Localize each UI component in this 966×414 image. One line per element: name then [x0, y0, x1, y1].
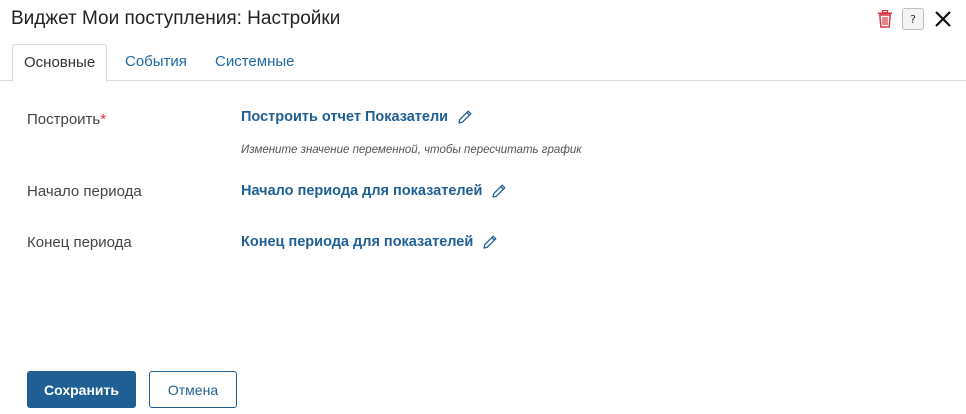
tab-main[interactable]: Основные: [12, 44, 108, 82]
trash-icon[interactable]: [876, 8, 894, 30]
dialog-footer: Сохранить Отмена: [27, 371, 237, 408]
field-label-text: Построить: [27, 111, 101, 128]
field-label: Построить*: [27, 111, 106, 128]
header-actions: ?: [876, 8, 954, 30]
save-button[interactable]: Сохранить: [27, 371, 136, 408]
pencil-icon[interactable]: [456, 108, 474, 126]
field-value: Начало периода для показателей: [241, 182, 508, 200]
dialog-title: Виджет Мои поступления: Настройки: [11, 8, 341, 29]
period-start-link[interactable]: Начало периода для показателей: [241, 183, 482, 199]
help-icon[interactable]: ?: [902, 8, 924, 30]
period-end-link[interactable]: Конец периода для показателей: [241, 234, 473, 250]
tab-events[interactable]: События: [125, 44, 187, 81]
field-value: Конец периода для показателей: [241, 233, 499, 251]
required-marker: *: [100, 111, 107, 128]
dialog-header: Виджет Мои поступления: Настройки ?: [0, 0, 966, 42]
build-report-link[interactable]: Построить отчет Показатели: [241, 109, 448, 125]
close-icon[interactable]: [932, 8, 954, 30]
field-label: Конец периода: [27, 234, 132, 251]
cancel-button[interactable]: Отмена: [149, 371, 237, 408]
field-value: Построить отчет Показатели: [241, 108, 474, 126]
pencil-icon[interactable]: [481, 233, 499, 251]
pencil-icon[interactable]: [490, 182, 508, 200]
tab-system[interactable]: Системные: [215, 44, 294, 81]
tab-bar: Основные События Системные: [0, 44, 966, 82]
field-label: Начало периода: [27, 183, 142, 200]
field-hint: Измените значение переменной, чтобы пере…: [241, 144, 582, 156]
